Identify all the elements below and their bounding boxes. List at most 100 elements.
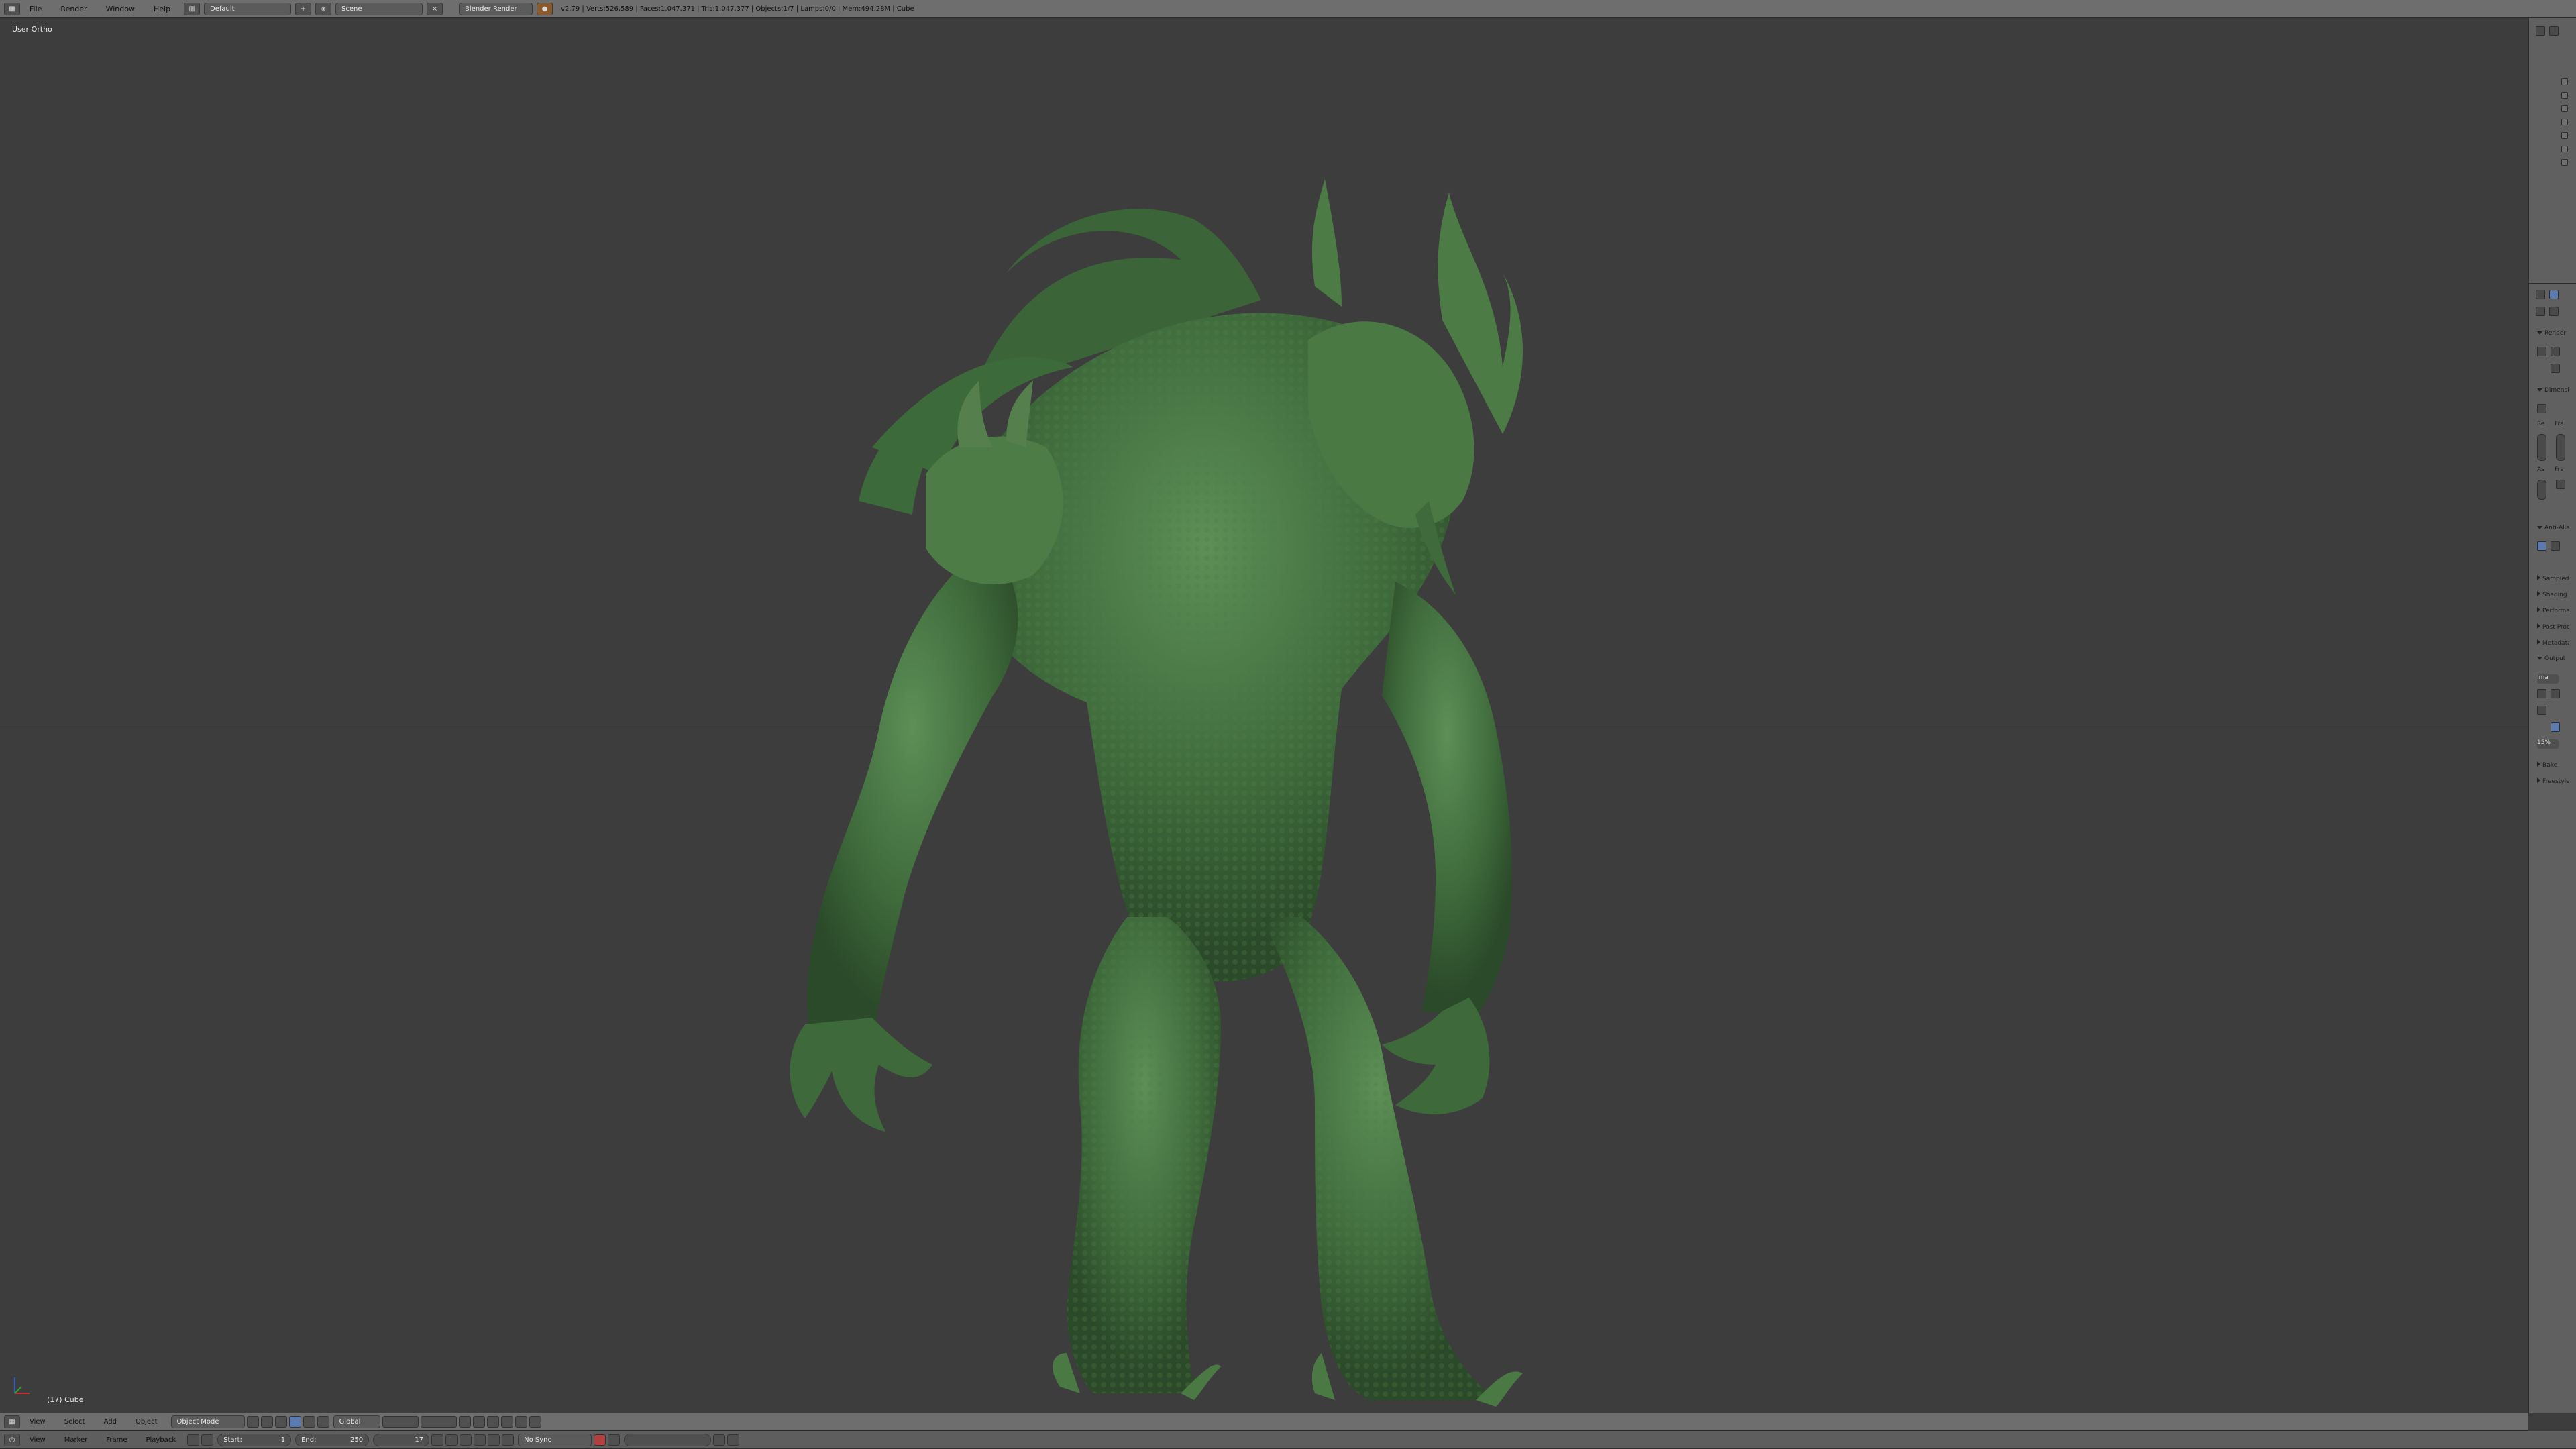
rotate-manipulator-icon[interactable]	[303, 1416, 315, 1428]
section-output[interactable]: Output	[2537, 655, 2569, 665]
play-icon[interactable]	[474, 1434, 486, 1446]
translate-manipulator-icon[interactable]	[288, 1416, 301, 1428]
section-post-processing[interactable]: Post Processing	[2537, 623, 2569, 633]
eye-icon[interactable]	[2561, 146, 2568, 152]
screen-layout-icon[interactable]: ▥	[184, 2, 201, 15]
eye-icon[interactable]	[2561, 105, 2568, 112]
menu-render[interactable]: Render	[51, 0, 96, 17]
creature-right-arm	[1382, 582, 1512, 1018]
jump-end-icon[interactable]	[502, 1434, 515, 1446]
section-performance[interactable]: Performance	[2537, 607, 2569, 616]
blender-logo-icon: ●	[537, 2, 553, 15]
scene-select[interactable]: Scene	[335, 2, 423, 15]
placeholders-checkbox[interactable]	[2551, 689, 2560, 698]
creature-model[interactable]	[0, 18, 2528, 1413]
scale-manipulator-icon[interactable]	[317, 1416, 329, 1428]
end-frame-field[interactable]: End: 250	[295, 1433, 370, 1446]
axis-gizmo	[14, 1377, 30, 1394]
transform-orientation-select[interactable]: Global	[333, 1415, 380, 1428]
render-tab-icon[interactable]	[2549, 290, 2559, 299]
menu-select[interactable]: Select	[55, 1413, 95, 1430]
resolution-field[interactable]	[2537, 434, 2546, 461]
keying-set-field[interactable]	[624, 1433, 712, 1446]
add-layout-icon[interactable]: +	[295, 2, 312, 15]
snap-element-icon[interactable]	[500, 1416, 513, 1428]
menu-help[interactable]: Help	[144, 0, 180, 17]
properties-editor-icon[interactable]	[2536, 290, 2545, 299]
camera-tab-icon[interactable]	[2536, 307, 2545, 316]
section-shading[interactable]: Shading	[2537, 591, 2569, 600]
sync-mode-select[interactable]: No Sync	[518, 1433, 592, 1446]
section-anti-aliasing[interactable]: Anti-Aliasing	[2537, 525, 2569, 534]
jump-keyframe-forward-icon[interactable]	[488, 1434, 500, 1446]
opengl-anim-icon[interactable]	[529, 1416, 541, 1428]
menu-frame[interactable]: Frame	[97, 1431, 136, 1448]
menu-view[interactable]: View	[20, 1413, 55, 1430]
proportional-edit-icon[interactable]	[472, 1416, 485, 1428]
section-metadata[interactable]: Metadata	[2537, 639, 2569, 649]
delete-keyframe-icon[interactable]	[727, 1434, 740, 1446]
record-icon[interactable]	[594, 1434, 606, 1446]
lock-frame-icon[interactable]	[201, 1434, 214, 1446]
eye-icon[interactable]	[2561, 78, 2568, 85]
mode-select[interactable]: Object Mode	[170, 1415, 245, 1428]
play-reverse-icon[interactable]	[460, 1434, 472, 1446]
preset-icon[interactable]	[2537, 404, 2546, 413]
viewport-shading-icon[interactable]	[246, 1416, 259, 1428]
close-scene-icon[interactable]: ×	[427, 2, 443, 15]
display-icon[interactable]	[2551, 364, 2560, 373]
overwrite-checkbox[interactable]	[2537, 689, 2546, 698]
section-freestyle[interactable]: Freestyle	[2537, 777, 2569, 787]
color-mode-icon[interactable]	[2551, 722, 2560, 732]
current-frame-field[interactable]: 17	[373, 1433, 430, 1446]
menu-add[interactable]: Add	[95, 1413, 126, 1430]
start-frame-field[interactable]: Start: 1	[217, 1433, 292, 1446]
aa-samples-icon[interactable]	[2537, 541, 2546, 551]
scene-icon[interactable]: ◈	[315, 2, 332, 15]
section-bake[interactable]: Bake	[2537, 761, 2569, 771]
editor-type-icon[interactable]: ▦	[4, 2, 20, 15]
frame-range-field[interactable]	[2556, 434, 2565, 461]
scene-tab-icon[interactable]	[2549, 307, 2559, 316]
outliner-editor-icon[interactable]	[2536, 26, 2545, 36]
section-dimensions[interactable]: Dimensions	[2537, 387, 2569, 396]
menu-window[interactable]: Window	[97, 0, 144, 17]
section-motion-blur[interactable]: Sampled Motion Blur	[2537, 575, 2569, 584]
screen-layout-select[interactable]: Default	[204, 2, 292, 15]
pivot-point-icon[interactable]	[260, 1416, 273, 1428]
render-animation-icon[interactable]	[2551, 347, 2560, 356]
menu-view[interactable]: View	[20, 1431, 55, 1448]
eye-icon[interactable]	[2561, 132, 2568, 139]
3d-viewport[interactable]: User Ortho (17) Cube	[0, 18, 2528, 1413]
eye-icon[interactable]	[2561, 92, 2568, 99]
layers-grid-2[interactable]	[420, 1416, 457, 1428]
snap-icon[interactable]	[486, 1416, 499, 1428]
aspect-field[interactable]	[2537, 480, 2546, 500]
output-option-icon[interactable]	[2537, 706, 2546, 715]
section-render[interactable]: Render	[2537, 330, 2569, 339]
menu-marker[interactable]: Marker	[55, 1431, 97, 1448]
menu-object[interactable]: Object	[126, 1413, 167, 1430]
editor-type-icon[interactable]: ▦	[4, 1415, 20, 1428]
keying-icon[interactable]	[608, 1434, 621, 1446]
eye-icon[interactable]	[2561, 159, 2568, 166]
outliner-view-icon[interactable]	[2549, 26, 2559, 36]
eye-icon[interactable]	[2561, 119, 2568, 125]
editor-type-icon[interactable]: ◷	[4, 1433, 20, 1446]
compression-field[interactable]: 15%	[2537, 739, 2559, 749]
preview-range-icon[interactable]	[187, 1434, 200, 1446]
aa-filter-icon[interactable]	[2551, 541, 2560, 551]
frame-rate-select[interactable]	[2556, 480, 2565, 489]
menu-file[interactable]: File	[20, 0, 51, 17]
insert-keyframe-icon[interactable]	[713, 1434, 726, 1446]
output-format-select[interactable]: Ima	[2537, 674, 2559, 684]
opengl-render-icon[interactable]	[515, 1416, 527, 1428]
lock-layers-icon[interactable]	[458, 1416, 471, 1428]
manipulator-icon[interactable]	[274, 1416, 287, 1428]
menu-playback[interactable]: Playback	[136, 1431, 185, 1448]
layers-grid-1[interactable]	[382, 1416, 419, 1428]
render-engine-select[interactable]: Blender Render	[459, 2, 533, 15]
jump-keyframe-back-icon[interactable]	[445, 1434, 458, 1446]
render-image-icon[interactable]	[2537, 347, 2546, 356]
jump-start-icon[interactable]	[431, 1434, 444, 1446]
